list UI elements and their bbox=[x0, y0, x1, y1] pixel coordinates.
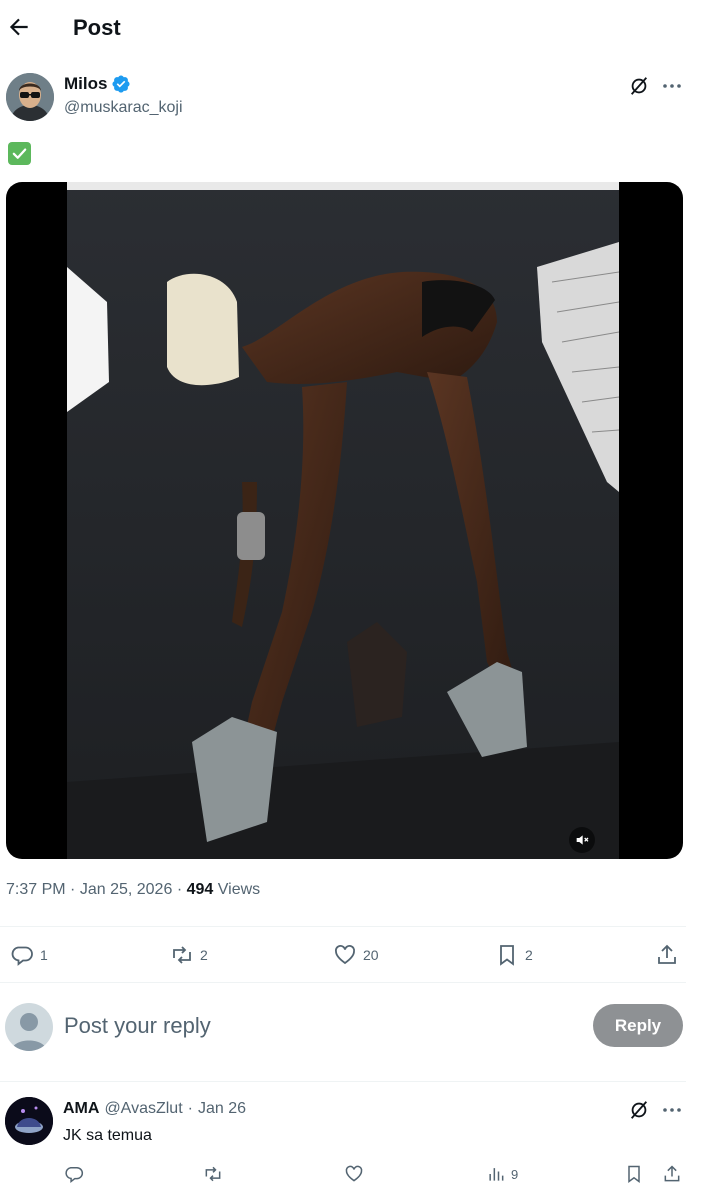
reply-share-button[interactable] bbox=[662, 1164, 682, 1184]
mute-icon[interactable] bbox=[569, 827, 595, 853]
like-button[interactable]: 20 bbox=[333, 943, 379, 967]
back-arrow-icon[interactable] bbox=[6, 14, 32, 40]
repost-icon bbox=[205, 1166, 221, 1182]
divider bbox=[0, 1081, 686, 1082]
reply-submit-button[interactable]: Reply bbox=[593, 1004, 683, 1047]
reply-count: 1 bbox=[40, 947, 48, 963]
reply-views-count: 9 bbox=[511, 1166, 519, 1182]
divider bbox=[0, 926, 686, 927]
reply-date[interactable]: Jan 26 bbox=[198, 1100, 246, 1118]
meta-separator: · bbox=[176, 881, 183, 898]
meta-separator: · bbox=[70, 881, 76, 898]
author-name[interactable]: Milos bbox=[64, 74, 107, 94]
repost-icon bbox=[173, 946, 191, 964]
grok-icon[interactable] bbox=[628, 1099, 650, 1121]
bookmark-icon bbox=[628, 1165, 640, 1183]
verified-badge-icon bbox=[111, 74, 131, 94]
reply-bookmark-button[interactable] bbox=[624, 1164, 644, 1184]
more-options-icon[interactable] bbox=[660, 1099, 684, 1121]
grok-icon[interactable] bbox=[628, 75, 650, 97]
divider bbox=[0, 982, 686, 983]
bookmark-button[interactable]: 2 bbox=[495, 943, 533, 967]
heart-icon bbox=[335, 945, 355, 965]
author-avatar[interactable] bbox=[6, 73, 54, 121]
repost-button[interactable]: 2 bbox=[170, 943, 208, 967]
share-icon bbox=[658, 944, 676, 964]
share-icon bbox=[664, 1165, 680, 1182]
post-video[interactable] bbox=[6, 182, 683, 859]
reply-icon bbox=[11, 946, 33, 966]
check-mark-emoji-icon bbox=[8, 142, 31, 165]
reply-author-handle[interactable]: @AvasZlut bbox=[104, 1100, 182, 1118]
reply-separator: · bbox=[187, 1100, 193, 1117]
post-time[interactable]: 7:37 PM bbox=[6, 881, 66, 898]
page-title: Post bbox=[73, 15, 121, 40]
more-options-icon[interactable] bbox=[660, 75, 684, 97]
post-date[interactable]: Jan 25, 2026 bbox=[80, 881, 173, 898]
heart-icon bbox=[345, 1165, 363, 1182]
reply-button[interactable]: 1 bbox=[10, 943, 48, 967]
views-label: Views bbox=[217, 881, 261, 898]
views-chart-icon bbox=[489, 1168, 504, 1181]
video-frame-image bbox=[67, 182, 619, 859]
like-count: 20 bbox=[363, 947, 379, 963]
reply-reply-button[interactable] bbox=[64, 1164, 84, 1184]
reply-author-name[interactable]: AMA bbox=[63, 1100, 99, 1118]
current-user-avatar bbox=[5, 1003, 53, 1051]
bookmark-icon bbox=[500, 945, 514, 966]
reply-header: AMA @AvasZlut · Jan 26 bbox=[63, 1100, 246, 1118]
bookmark-count: 2 bbox=[525, 947, 533, 963]
reply-views-button[interactable]: 9 bbox=[486, 1164, 518, 1184]
reply-like-button[interactable] bbox=[344, 1164, 364, 1184]
views-count: 494 bbox=[186, 881, 214, 898]
reply-author-avatar[interactable] bbox=[5, 1097, 53, 1145]
share-button[interactable] bbox=[655, 943, 679, 967]
repost-count: 2 bbox=[200, 947, 208, 963]
reply-input[interactable]: Post your reply bbox=[64, 1013, 211, 1039]
reply-text: JK sa temua bbox=[63, 1127, 152, 1144]
author-handle[interactable]: @muskarac_koji bbox=[64, 99, 183, 117]
author-name-row[interactable]: Milos bbox=[64, 74, 131, 94]
post-meta: 7:37 PM · Jan 25, 2026 · 494 Views bbox=[6, 881, 260, 899]
reply-icon bbox=[65, 1167, 84, 1184]
reply-repost-button[interactable] bbox=[203, 1164, 223, 1184]
